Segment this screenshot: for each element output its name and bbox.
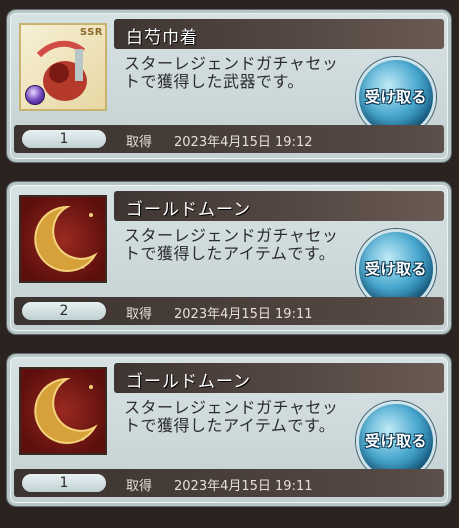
receive-button-label: 受け取る	[364, 260, 427, 278]
card-title: ゴールドムーン	[126, 372, 252, 392]
card-description: スターレジェンドガチャセットで獲得した武器です。	[124, 54, 339, 91]
card-title-bar: 白芍巾着	[114, 19, 444, 49]
acquired-date: 2023年4月15日 19:11	[174, 479, 313, 494]
ssr-badge: SSR	[79, 27, 103, 38]
card-title: ゴールドムーン	[126, 200, 252, 220]
gift-card: ゴールドムーン スターレジェンドガチャセットで獲得したアイテムです。 受け取る …	[7, 354, 451, 506]
card-footer: 2 取得 2023年4月15日 19:11	[14, 297, 444, 325]
acquired-date: 2023年4月15日 19:11	[174, 307, 313, 322]
element-icon	[25, 85, 45, 105]
acquired-label: 取得	[126, 135, 153, 150]
acquired-label: 取得	[126, 479, 153, 494]
card-title: 白芍巾着	[126, 28, 198, 48]
gift-card: SSR 白芍巾着 スターレジェンドガチャセットで獲得した武器です。 受け取る 1…	[7, 10, 451, 162]
card-description: スターレジェンドガチャセットで獲得したアイテムです。	[124, 226, 339, 263]
card-footer: 1 取得 2023年4月15日 19:11	[14, 469, 444, 497]
card-title-bar: ゴールドムーン	[114, 363, 444, 393]
receive-button-label: 受け取る	[364, 88, 427, 106]
quantity-badge: 1	[22, 474, 106, 492]
acquired-label: 取得	[126, 307, 153, 322]
quantity-badge: 2	[22, 302, 106, 320]
gift-card: ゴールドムーン スターレジェンドガチャセットで獲得したアイテムです。 受け取る …	[7, 182, 451, 334]
gold-moon-icon	[19, 195, 107, 283]
gold-moon-icon	[19, 367, 107, 455]
weapon-item-icon: SSR	[19, 23, 107, 111]
acquired-date: 2023年4月15日 19:12	[174, 135, 313, 150]
gift-list: SSR 白芍巾着 スターレジェンドガチャセットで獲得した武器です。 受け取る 1…	[0, 0, 459, 528]
quantity-badge: 1	[22, 130, 106, 148]
card-footer: 1 取得 2023年4月15日 19:12	[14, 125, 444, 153]
card-description: スターレジェンドガチャセットで獲得したアイテムです。	[124, 398, 339, 435]
gold-moon-illustration	[34, 205, 98, 272]
gold-moon-illustration	[34, 377, 98, 444]
receive-button-label: 受け取る	[364, 432, 427, 450]
card-title-bar: ゴールドムーン	[114, 191, 444, 221]
